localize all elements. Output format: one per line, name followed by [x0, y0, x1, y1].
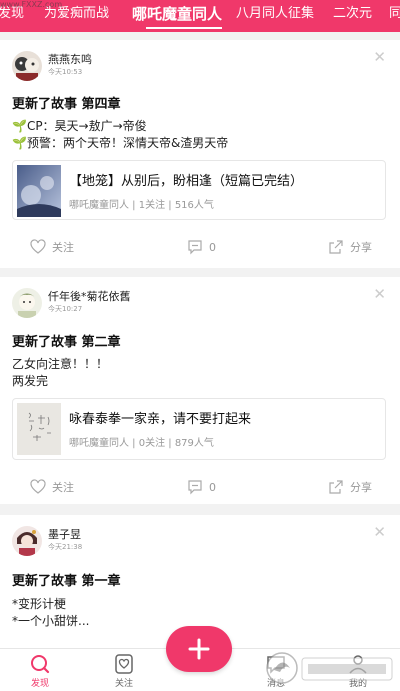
- username[interactable]: 墨子昱: [48, 526, 81, 542]
- post-text-line: *一个小甜饼...: [12, 614, 90, 628]
- tab-august-collection[interactable]: 八月同人征集: [236, 0, 314, 32]
- close-icon[interactable]: ✕: [373, 523, 386, 541]
- post-title: 更新了故事 第二章: [12, 335, 121, 350]
- comment-count: 0: [209, 240, 216, 254]
- close-icon[interactable]: ✕: [373, 48, 386, 66]
- nav-label: 发现: [30, 679, 49, 689]
- tab-anime[interactable]: 二次元: [333, 0, 372, 32]
- share-icon: [329, 240, 343, 254]
- comment-button[interactable]: 0: [187, 236, 216, 258]
- nav-label: 关注: [114, 679, 133, 689]
- avatar[interactable]: [12, 288, 42, 318]
- close-icon[interactable]: ✕: [373, 285, 386, 303]
- avatar-image-icon: [12, 288, 42, 318]
- share-button[interactable]: 分享: [328, 476, 372, 498]
- post-actions: 关注 0 分享: [0, 236, 400, 258]
- story-cover-image: [17, 165, 61, 217]
- story-title: 咏春泰拳一家亲，请不要打起来: [69, 412, 252, 427]
- follow-label: 关注: [52, 241, 74, 254]
- tab-fanfic[interactable]: 同: [389, 0, 400, 32]
- post-text-line: 乙女向注意！！！: [12, 357, 109, 371]
- post-text-line: 两发完: [12, 374, 49, 388]
- active-tab-indicator: [146, 27, 222, 29]
- follow-heart-icon: [115, 654, 133, 674]
- follow-button[interactable]: 关注: [30, 476, 74, 498]
- story-title: 【地笼】从别后，盼相逢（短篇已完结）: [69, 174, 304, 189]
- nav-discover[interactable]: 发现: [10, 649, 70, 691]
- avatar-image-icon: [12, 526, 42, 556]
- comment-icon: [188, 480, 202, 495]
- avatar[interactable]: [12, 51, 42, 81]
- share-button[interactable]: 分享: [328, 236, 372, 258]
- discover-icon: [31, 655, 50, 674]
- username[interactable]: 仟年後*菊花依舊: [48, 288, 131, 304]
- plus-icon: [188, 638, 210, 660]
- share-label: 分享: [350, 241, 372, 254]
- follow-label: 关注: [52, 481, 74, 494]
- create-post-button[interactable]: [166, 626, 232, 672]
- story-meta: 哪吒魔童同人 | 0关注 | 879人气: [69, 438, 214, 449]
- comment-icon: [188, 240, 202, 255]
- post-time: 今天10:53: [48, 68, 83, 76]
- story-meta: 哪吒魔童同人 | 1关注 | 516人气: [69, 200, 214, 211]
- watermark-logo: [262, 648, 400, 691]
- post-time: 今天21:38: [48, 543, 83, 551]
- feed-post[interactable]: 燕燕东鸣 今天10:53 ✕ 更新了故事 第四章 🌱CP：昊天→敖广→帝俊 🌱预…: [0, 40, 400, 268]
- post-time: 今天10:27: [48, 305, 83, 313]
- post-actions: 关注 0 分享: [0, 476, 400, 498]
- post-text-line: 🌱预警：两个天帝！深情天帝&渣男天帝: [12, 136, 229, 150]
- avatar-image-icon: [12, 51, 42, 81]
- share-icon: [329, 480, 343, 494]
- story-card[interactable]: 咏春泰拳一家亲，请不要打起来 哪吒魔童同人 | 0关注 | 879人气: [12, 398, 386, 460]
- story-card[interactable]: 【地笼】从别后，盼相逢（短篇已完结） 哪吒魔童同人 | 1关注 | 516人气: [12, 160, 386, 220]
- post-title: 更新了故事 第四章: [12, 97, 121, 112]
- username[interactable]: 燕燕东鸣: [48, 51, 92, 67]
- nav-follow[interactable]: 关注: [94, 649, 154, 691]
- story-cover-image: [17, 403, 61, 455]
- avatar[interactable]: [12, 526, 42, 556]
- share-label: 分享: [350, 481, 372, 494]
- follow-button[interactable]: 关注: [30, 236, 74, 258]
- heart-icon: [30, 239, 46, 254]
- watermark-text: www.FXXZ.com: [0, 0, 63, 9]
- post-text-line: *变形计梗: [12, 597, 67, 611]
- comment-count: 0: [209, 480, 216, 494]
- post-title: 更新了故事 第一章: [12, 574, 121, 589]
- comment-button[interactable]: 0: [187, 476, 216, 498]
- feed-post[interactable]: 仟年後*菊花依舊 今天10:27 ✕ 更新了故事 第二章 乙女向注意！！！ 两发…: [0, 277, 400, 504]
- heart-icon: [30, 479, 46, 494]
- post-text-line: 🌱CP：昊天→敖广→帝俊: [12, 119, 147, 133]
